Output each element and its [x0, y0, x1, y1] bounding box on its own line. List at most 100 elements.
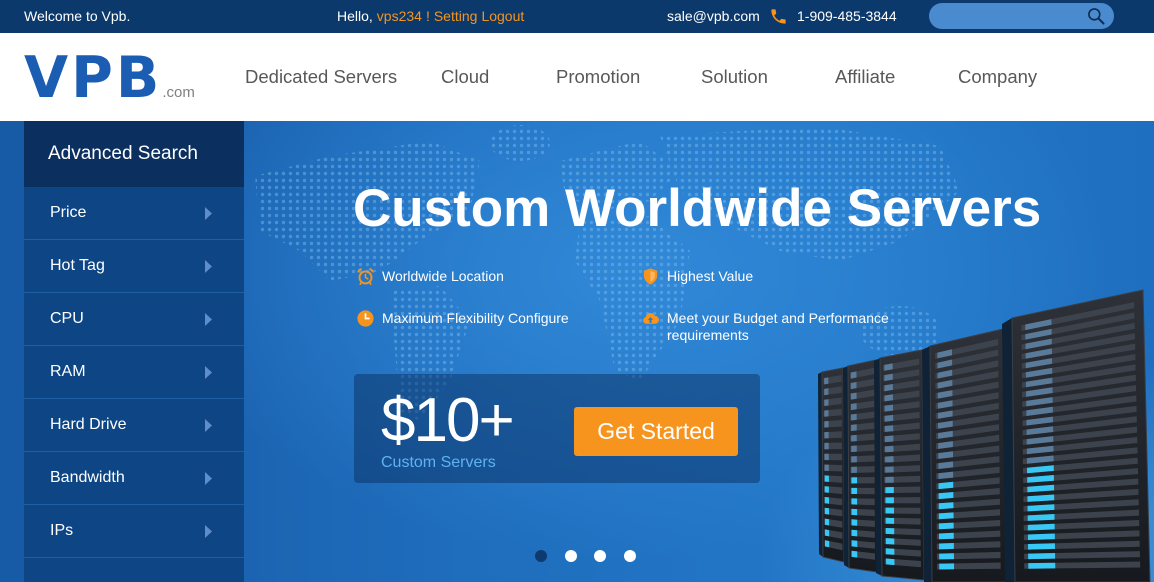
rack-slot [883, 454, 920, 463]
page: Welcome to Vpb. Hello, vps234! Setting Logo… [0, 0, 1154, 582]
rack-led [851, 540, 858, 547]
rack-led [1026, 397, 1053, 407]
phone-icon [769, 7, 788, 26]
rack-led [824, 475, 829, 482]
rack-slot [850, 422, 875, 432]
feature-text: Meet your Budget and Performance require… [667, 310, 889, 343]
rack-slot [936, 445, 1000, 460]
carousel-dot[interactable] [535, 550, 547, 562]
rack-slot [884, 475, 921, 483]
map-continent [490, 125, 550, 161]
rack-slot [1022, 364, 1136, 388]
nav-item-company[interactable]: Company [958, 66, 1037, 88]
rack-slot [936, 434, 1000, 450]
username-link[interactable]: vps234 [377, 8, 422, 24]
rack-led [1025, 338, 1052, 350]
carousel-dot[interactable] [594, 550, 607, 562]
chevron-right-icon [205, 313, 212, 326]
price-box: $10+ Custom Servers Get Started [354, 374, 760, 483]
rack-slot [884, 527, 921, 536]
rack-led [851, 519, 858, 526]
carousel-dot[interactable] [564, 550, 577, 562]
welcome-text: Welcome to Vpb. [24, 8, 131, 24]
rack-slot [824, 464, 843, 472]
rack-slot [883, 465, 921, 473]
price-caption: Custom Servers [381, 454, 496, 471]
nav-item-promotion[interactable]: Promotion [556, 66, 640, 88]
rack-slot [884, 517, 921, 525]
logout-link[interactable]: Logout [481, 8, 524, 24]
chevron-right-icon [205, 260, 212, 273]
rack-slot [1022, 416, 1137, 436]
rack-slot [1023, 478, 1139, 493]
rack-slot [1022, 385, 1137, 407]
sidebar-item-hard-drive[interactable]: Hard Drive [24, 399, 244, 452]
rack-side [922, 346, 932, 582]
rack-slot [883, 401, 920, 412]
email-link[interactable]: sale@vpb.com [667, 0, 760, 33]
rack-led [885, 538, 895, 545]
nav-item-affiliate[interactable]: Affiliate [835, 66, 895, 88]
rack-slot [850, 444, 875, 453]
rack-led [939, 563, 955, 570]
rack-side [1002, 318, 1015, 582]
rack-slot [823, 408, 842, 417]
rack-front [821, 367, 845, 563]
sidebar-item-cpu[interactable]: CPU [24, 293, 244, 346]
nav-item-solution[interactable]: Solution [701, 66, 768, 88]
sidebar-item-price[interactable]: Price [24, 187, 244, 240]
sidebar-item-label: Bandwidth [50, 469, 125, 486]
map-continent [575, 216, 690, 381]
rack-slot [935, 381, 999, 399]
carousel-dot[interactable] [624, 550, 637, 562]
rack-led [1026, 387, 1053, 397]
advanced-search-sidebar: Advanced Search Price Hot Tag CPU RAM Ha… [24, 121, 244, 582]
sidebar-item-ram[interactable]: RAM [24, 346, 244, 399]
rack-slot [936, 456, 1000, 470]
rack-led [824, 497, 829, 504]
nav-item-cloud[interactable]: Cloud [441, 66, 489, 88]
nav-item-dedicated-servers[interactable]: Dedicated Servers [245, 66, 397, 88]
rack-led [1025, 377, 1053, 388]
rack-slot [1021, 312, 1135, 341]
rack-slot [1021, 322, 1135, 350]
search-button[interactable] [1084, 4, 1108, 28]
rack-led [851, 529, 858, 537]
rack-led [937, 390, 953, 399]
rack-slot [1021, 343, 1136, 369]
rack-slot [823, 442, 842, 450]
rack-led [851, 403, 857, 411]
rack-led [1025, 367, 1053, 378]
rack-led [1025, 319, 1052, 331]
setting-link[interactable]: Setting [434, 8, 478, 24]
rack-slot [935, 392, 999, 410]
rack-slot [850, 466, 875, 473]
rack-slot [936, 520, 1001, 530]
rack-led [938, 481, 954, 490]
rack-led [1027, 494, 1055, 502]
rack-led [884, 435, 894, 443]
rack-led [850, 371, 857, 379]
rack-slot [935, 424, 1000, 440]
rack-slot [935, 349, 999, 369]
search-input[interactable] [941, 6, 1081, 26]
sidebar-item-bandwidth[interactable]: Bandwidth [24, 452, 244, 505]
rack-slot [937, 562, 1001, 570]
rack-slot [884, 507, 921, 514]
rack-slot [823, 420, 842, 428]
rack-led [1027, 484, 1055, 493]
rack-led [938, 461, 954, 469]
rack-slot [823, 375, 842, 385]
get-started-button[interactable]: Get Started [574, 407, 738, 456]
rack-led [938, 522, 954, 530]
rack-slot [850, 487, 875, 495]
rack-led [884, 414, 894, 422]
rack-led [1027, 523, 1055, 531]
rack-slot [1022, 374, 1136, 398]
logo[interactable]: VPB.com [24, 48, 195, 108]
rack-led [851, 445, 857, 452]
alarm-clock-icon [357, 268, 374, 286]
rack-slot [883, 443, 920, 453]
sidebar-item-hot-tag[interactable]: Hot Tag [24, 240, 244, 293]
rack-slot [824, 540, 843, 551]
